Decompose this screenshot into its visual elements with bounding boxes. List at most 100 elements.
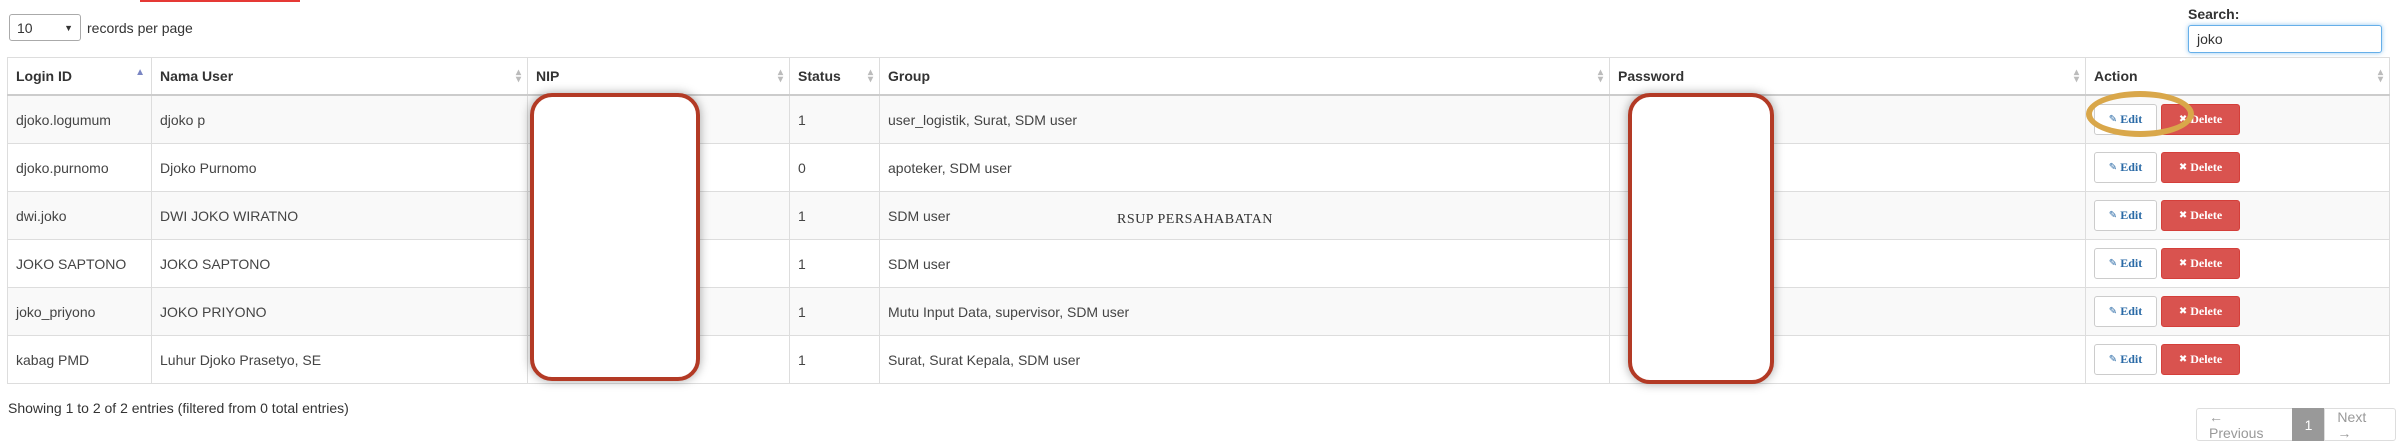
col-header-action[interactable]: Action ▴ ▾: [2085, 57, 2390, 96]
pagination-next[interactable]: Next →: [2324, 408, 2396, 441]
sort-icon: ▴ ▾: [867, 67, 873, 85]
delete-label: Delete: [2190, 208, 2223, 222]
cell-group: SDM user: [879, 239, 1610, 288]
search-input[interactable]: joko: [2188, 25, 2382, 53]
cell-login-id: dwi.joko: [7, 191, 152, 240]
table-row: JOKO SAPTONO JOKO SAPTONO 1 SDM user ✎ Ed…: [7, 239, 2390, 288]
col-header-group[interactable]: Group ▴ ▾: [879, 57, 1610, 96]
table-row: djoko.logumum djoko p 1 user_logistik, S…: [7, 94, 2390, 144]
edit-label: Edit: [2120, 256, 2143, 270]
top-red-line: [140, 0, 300, 2]
col-header-status[interactable]: Status ▴ ▾: [789, 57, 880, 96]
delete-button[interactable]: ✖ Delete: [2161, 152, 2240, 183]
sort-icon: ▴ ▾: [2073, 67, 2079, 85]
edit-button[interactable]: ✎ Edit: [2094, 152, 2157, 183]
sort-asc-icon: ▲: [135, 67, 145, 78]
delete-button[interactable]: ✖ Delete: [2161, 296, 2240, 327]
col-header-nama-user[interactable]: Nama User ▴ ▾: [151, 57, 528, 96]
nip-redaction-box: [530, 93, 700, 381]
delete-button[interactable]: ✖ Delete: [2161, 248, 2240, 279]
records-per-page-select[interactable]: 10 ▼: [9, 14, 81, 41]
cell-nama-user: JOKO SAPTONO: [151, 239, 528, 288]
pagination: ← Previous 1 Next →: [2196, 408, 2396, 441]
table-header-row: Login ID ▲ Nama User ▴ ▾ NIP ▴ ▾ Status ▴ ▾ Gro…: [7, 57, 2390, 96]
edit-highlight-ring: [2086, 91, 2194, 137]
password-redaction-box: [1628, 93, 1774, 384]
edit-button[interactable]: ✎ Edit: [2094, 200, 2157, 231]
col-header-password[interactable]: Password ▴ ▾: [1609, 57, 2086, 96]
chevron-down-icon: ▼: [64, 22, 73, 33]
edit-label: Edit: [2120, 352, 2143, 366]
delete-label: Delete: [2190, 160, 2223, 174]
sort-icon: ▴ ▾: [515, 67, 521, 85]
pencil-icon: ✎: [2108, 210, 2118, 221]
cell-nama-user: Djoko Purnomo: [151, 143, 528, 192]
edit-label: Edit: [2120, 208, 2143, 222]
table-info: Showing 1 to 2 of 2 entries (filtered fr…: [8, 400, 349, 416]
cell-status: 1: [789, 335, 880, 384]
col-header-login-id[interactable]: Login ID ▲: [7, 57, 152, 96]
delete-button[interactable]: ✖ Delete: [2161, 200, 2240, 231]
x-icon: ✖: [2178, 210, 2188, 221]
cell-status: 1: [789, 239, 880, 288]
cell-status: 1: [789, 94, 880, 144]
x-icon: ✖: [2178, 354, 2188, 365]
cell-group: Surat, Surat Kepala, SDM user: [879, 335, 1610, 384]
sort-icon: ▴ ▾: [2377, 67, 2383, 85]
edit-label: Edit: [2120, 160, 2143, 174]
cell-login-id: joko_priyono: [7, 287, 152, 336]
cell-nama-user: djoko p: [151, 94, 528, 144]
cell-status: 1: [789, 287, 880, 336]
cell-login-id: djoko.purnomo: [7, 143, 152, 192]
pagination-previous[interactable]: ← Previous: [2196, 408, 2293, 441]
edit-label: Edit: [2120, 304, 2143, 318]
col-header-label: NIP: [536, 68, 560, 84]
table-row: djoko.purnomo Djoko Purnomo 0 apoteker, …: [7, 143, 2390, 192]
x-icon: ✖: [2178, 306, 2188, 317]
records-per-page-label: records per page: [87, 19, 193, 36]
table-row: kabag PMD Luhur Djoko Prasetyo, SE 1 Sur…: [7, 335, 2390, 384]
search-label: Search:: [2188, 6, 2240, 22]
col-header-label: Status: [798, 68, 841, 84]
edit-button[interactable]: ✎ Edit: [2094, 296, 2157, 327]
col-header-label: Action: [2094, 68, 2138, 84]
search-box: Search: joko: [2188, 6, 2382, 53]
col-header-label: Nama User: [160, 68, 234, 84]
edit-button[interactable]: ✎ Edit: [2094, 248, 2157, 279]
col-header-label: Group: [888, 68, 930, 84]
pagination-page-1[interactable]: 1: [2291, 408, 2326, 441]
cell-group: user_logistik, Surat, SDM user: [879, 94, 1610, 144]
cell-action: ✎ Edit ✖ Delete: [2085, 335, 2390, 384]
x-icon: ✖: [2178, 258, 2188, 269]
length-menu: 10 ▼ records per page: [9, 14, 193, 41]
watermark-text: RSUP PERSAHABATAN: [1117, 212, 1273, 227]
cell-status: 1: [789, 191, 880, 240]
delete-label: Delete: [2190, 112, 2223, 126]
x-icon: ✖: [2178, 162, 2188, 173]
pencil-icon: ✎: [2108, 354, 2118, 365]
delete-button[interactable]: ✖ Delete: [2161, 344, 2240, 375]
cell-login-id: kabag PMD: [7, 335, 152, 384]
cell-action: ✎ Edit ✖ Delete: [2085, 287, 2390, 336]
edit-button[interactable]: ✎ Edit: [2094, 344, 2157, 375]
cell-login-id: JOKO SAPTONO: [7, 239, 152, 288]
delete-label: Delete: [2190, 256, 2223, 270]
cell-login-id: djoko.logumum: [7, 94, 152, 144]
cell-status: 0: [789, 143, 880, 192]
cell-action: ✎ Edit ✖ Delete: [2085, 143, 2390, 192]
pencil-icon: ✎: [2108, 306, 2118, 317]
delete-label: Delete: [2190, 304, 2223, 318]
table-row: joko_priyono JOKO PRIYONO 1 Mutu Input D…: [7, 287, 2390, 336]
cell-group: Mutu Input Data, supervisor, SDM user: [879, 287, 1610, 336]
records-per-page-value: 10: [17, 19, 33, 36]
col-header-nip[interactable]: NIP ▴ ▾: [527, 57, 790, 96]
pencil-icon: ✎: [2108, 258, 2118, 269]
cell-nama-user: JOKO PRIYONO: [151, 287, 528, 336]
cell-action: ✎ Edit ✖ Delete: [2085, 191, 2390, 240]
search-input-value: joko: [2197, 31, 2223, 47]
cell-nama-user: DWI JOKO WIRATNO: [151, 191, 528, 240]
cell-group: apoteker, SDM user: [879, 143, 1610, 192]
pencil-icon: ✎: [2108, 162, 2118, 173]
col-header-label: Login ID: [16, 68, 72, 84]
delete-label: Delete: [2190, 352, 2223, 366]
